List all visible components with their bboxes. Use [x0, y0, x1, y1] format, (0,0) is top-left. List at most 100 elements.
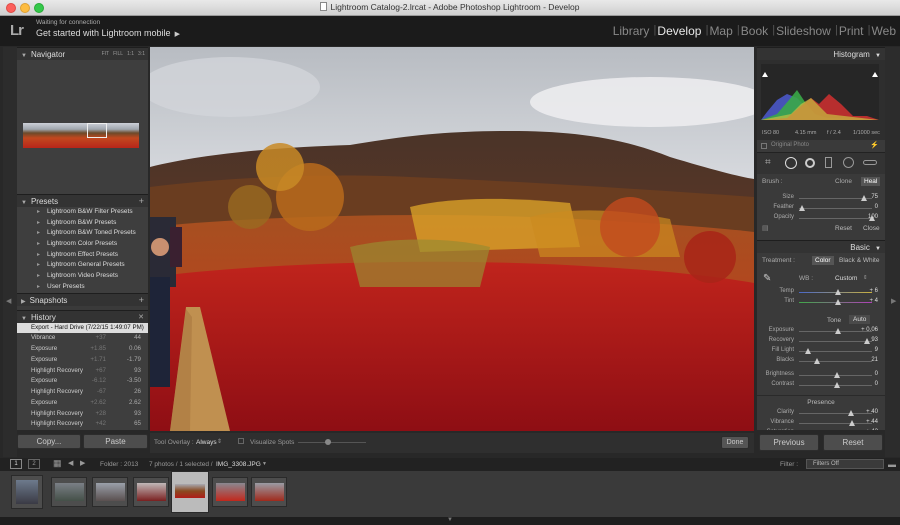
module-web[interactable]: Web: [868, 24, 900, 44]
copy-button[interactable]: Copy...: [17, 434, 81, 449]
history-step[interactable]: Highlight Recovery -67 26: [17, 387, 148, 398]
slider-knob[interactable]: [813, 358, 820, 364]
slider-blacks[interactable]: Blacks 21: [757, 357, 885, 367]
module-slideshow[interactable]: Slideshow: [772, 24, 837, 44]
history-step[interactable]: Exposure +1.71 -1.79: [17, 355, 148, 366]
done-button[interactable]: Done: [721, 436, 749, 449]
slider-knob[interactable]: [849, 420, 856, 426]
navigator-zoom-3[interactable]: 3:1: [138, 51, 145, 57]
preset-folder[interactable]: Lightroom General Presets: [17, 260, 148, 271]
dropdown-icon[interactable]: ⇕: [217, 438, 222, 445]
navigator-header[interactable]: ▼ Navigator FIT FILL 1:1 3:1: [17, 47, 148, 60]
slider-recovery[interactable]: Recovery 93: [757, 337, 885, 347]
history-step[interactable]: Exposure -6.12 -3.50: [17, 376, 148, 387]
navigator-zoom-0[interactable]: FIT: [102, 51, 110, 57]
module-book[interactable]: Book: [737, 24, 776, 44]
photo-canvas[interactable]: [150, 47, 754, 431]
slider-knob[interactable]: [864, 338, 871, 344]
bottom-panel-edge[interactable]: ▼: [0, 517, 900, 525]
slider-clarity[interactable]: Clarity + 40: [757, 409, 885, 419]
slider-track[interactable]: [799, 361, 872, 362]
slider-value[interactable]: 93: [871, 337, 878, 343]
forward-arrow-icon[interactable]: ▶: [80, 459, 85, 467]
histogram-header[interactable]: Histogram ▼: [757, 47, 885, 60]
slider-track[interactable]: [799, 423, 872, 424]
clone-button[interactable]: Clone: [835, 178, 852, 185]
module-map[interactable]: Map: [705, 24, 740, 44]
slider-knob[interactable]: [835, 328, 842, 334]
history-step[interactable]: Highlight Recovery +67 93: [17, 366, 148, 377]
wb-select[interactable]: Custom: [835, 275, 857, 282]
snapshots-header[interactable]: ▶ Snapshots +: [17, 292, 148, 306]
slider-track[interactable]: [799, 413, 872, 414]
preset-folder[interactable]: Lightroom Video Presets: [17, 271, 148, 282]
slider-tint[interactable]: Tint + 4: [757, 298, 885, 308]
slider-knob[interactable]: [848, 410, 854, 416]
paste-button[interactable]: Paste: [83, 434, 148, 449]
filter-select[interactable]: Filters Off: [806, 459, 884, 469]
slider-track[interactable]: [799, 218, 872, 219]
history-step[interactable]: Highlight Recovery +42 65: [17, 419, 148, 430]
history-step[interactable]: Exposure +2.62 2.62: [17, 398, 148, 409]
filmstrip-thumb[interactable]: [212, 477, 248, 507]
treatment-color-button[interactable]: Color: [812, 256, 834, 265]
preset-folder[interactable]: Lightroom Color Presets: [17, 239, 148, 250]
slider-value[interactable]: 0: [875, 381, 878, 387]
slider-value[interactable]: + 42: [866, 429, 878, 430]
navigator-view-rect[interactable]: [87, 123, 107, 138]
navigator-zoom-1[interactable]: FILL: [113, 51, 123, 57]
red-eye-icon[interactable]: [805, 158, 815, 168]
heal-button[interactable]: Heal: [861, 177, 881, 186]
slider-value[interactable]: 0: [875, 204, 878, 210]
module-library[interactable]: Library: [609, 24, 656, 44]
navigator-preview[interactable]: [17, 60, 148, 194]
history-header[interactable]: ▼ History ✕: [17, 309, 148, 323]
history-step[interactable]: Highlight Recovery +28 93: [17, 409, 148, 420]
slider-value[interactable]: 21: [871, 357, 878, 363]
monitor-2-button[interactable]: 2: [28, 459, 40, 469]
treatment-bw-button[interactable]: Black & White: [839, 257, 879, 264]
dropdown-icon[interactable]: ⇕: [863, 275, 868, 281]
right-panel-edge[interactable]: ▶: [885, 47, 900, 457]
slider-value[interactable]: 0: [875, 371, 878, 377]
visualize-spots-checkbox[interactable]: [238, 438, 244, 444]
slider-knob[interactable]: [805, 348, 812, 354]
slider-saturation[interactable]: Saturation + 42: [757, 429, 885, 430]
module-develop[interactable]: Develop: [653, 24, 708, 44]
visualize-slider-knob[interactable]: [325, 439, 331, 445]
clear-history-icon[interactable]: ✕: [138, 313, 144, 321]
slider-value[interactable]: + 40: [866, 409, 878, 415]
tool-overlay-select[interactable]: Always: [196, 439, 217, 446]
filmstrip-thumb[interactable]: [92, 477, 128, 507]
history-step[interactable]: Export - Hard Drive (7/22/15 1:49:07 PM): [17, 322, 148, 334]
slider-knob[interactable]: [834, 382, 840, 388]
filmstrip-thumb[interactable]: [251, 477, 287, 507]
main-photo[interactable]: [150, 47, 754, 431]
filename-dropdown-icon[interactable]: ▼: [262, 461, 267, 467]
slider-contrast[interactable]: Contrast 0: [757, 381, 885, 391]
add-snapshot-icon[interactable]: +: [139, 295, 144, 305]
monitor-1-button[interactable]: 1: [10, 459, 22, 469]
preset-folder[interactable]: Lightroom B&W Filter Presets: [17, 207, 148, 218]
slider-knob[interactable]: [835, 299, 842, 305]
original-photo-checkbox[interactable]: [761, 143, 767, 149]
history-step[interactable]: Vibrance +37 44: [17, 333, 148, 344]
previous-button[interactable]: Previous: [759, 434, 819, 451]
slider-exposure[interactable]: Exposure + 0.06: [757, 327, 885, 337]
module-print[interactable]: Print: [835, 24, 870, 44]
brush-close-button[interactable]: Close: [863, 225, 880, 232]
filmstrip-thumb[interactable]: [11, 475, 43, 509]
slider-value[interactable]: + 44: [866, 419, 878, 425]
reset-button[interactable]: Reset: [823, 434, 883, 451]
slider-knob[interactable]: [834, 372, 840, 378]
filmstrip-thumb[interactable]: [133, 477, 169, 507]
preset-folder[interactable]: Lightroom Effect Presets: [17, 250, 148, 261]
presets-header[interactable]: ▼ Presets +: [17, 194, 148, 207]
navigator-thumbnail[interactable]: [23, 123, 139, 148]
basic-header[interactable]: Basic ▼: [757, 240, 885, 253]
slider-knob[interactable]: [860, 195, 867, 201]
adjustment-brush-icon[interactable]: [863, 160, 877, 165]
add-preset-icon[interactable]: +: [139, 196, 144, 206]
slider-brightness[interactable]: Brightness 0: [757, 371, 885, 381]
crop-tool-icon[interactable]: ⌗: [765, 157, 771, 168]
